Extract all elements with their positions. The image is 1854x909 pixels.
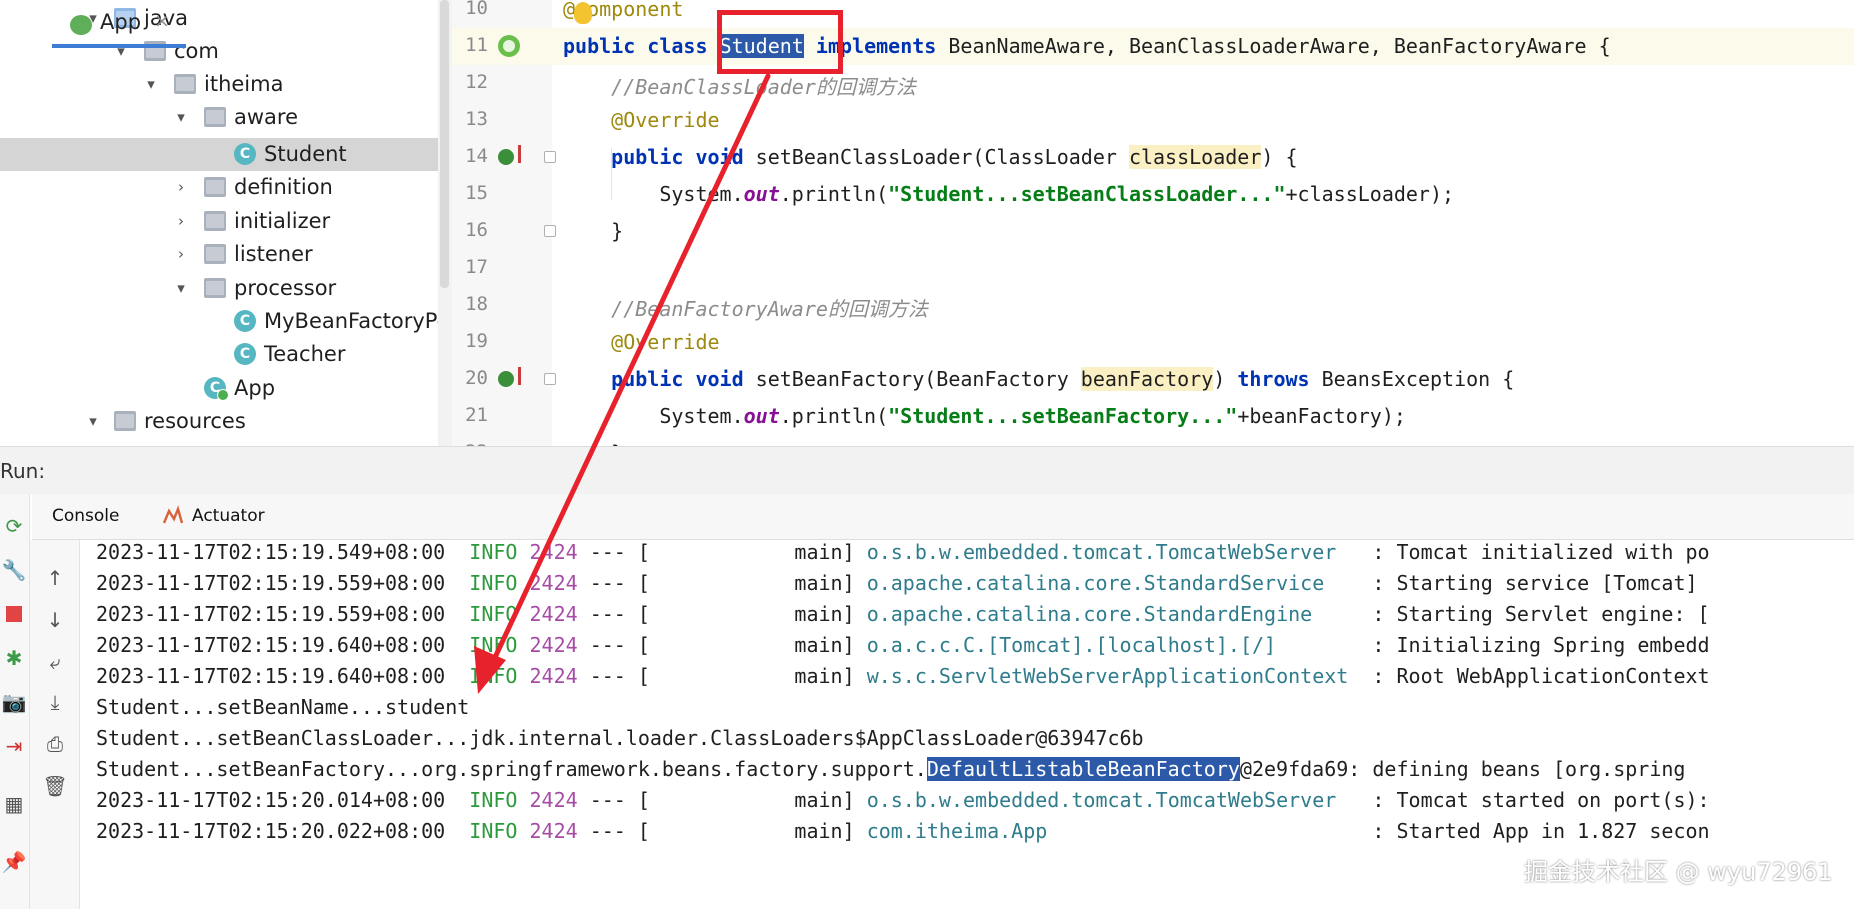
package-folder-icon [204,177,226,197]
log-line-set-bean-factory: Student...setBeanFactory...org.springfra… [96,757,1686,781]
print-icon[interactable]: ⎙ [43,732,67,756]
class-icon: C [234,343,256,365]
code-line-current[interactable]: 11 public class Student implements BeanN… [452,28,1854,65]
tree-item-mybeanfactorypost[interactable]: C MyBeanFactoryPost [0,305,440,338]
code-editor[interactable]: 10 @ omponent 11 public class Student im… [452,0,1854,446]
watermark: 掘金技术社区 @ wyu72961 [1524,858,1833,886]
package-folder-icon [204,278,226,298]
code-line[interactable]: 21 System.out.println("Student...setBean… [452,398,1854,435]
package-folder-icon [204,211,226,231]
chevron-down-icon[interactable]: ▾ [142,75,160,93]
run-label: Run: [0,459,46,483]
wrench-icon[interactable]: 🔧 [2,558,27,582]
scroll-to-end-icon[interactable]: ⤓ [43,690,67,714]
code-line[interactable]: 10 @ omponent [452,0,1854,28]
tree-item-listener[interactable]: › listener [0,238,440,271]
close-icon[interactable]: × [154,10,170,32]
code-line[interactable]: 16 } [452,213,1854,250]
spring-app-run-icon [70,15,92,35]
trash-icon[interactable]: 🗑 [42,774,67,798]
chevron-right-icon[interactable]: › [172,178,190,196]
chevron-down-icon[interactable]: ▾ [172,279,190,297]
tree-item-initializer[interactable]: › initializer [0,205,440,238]
tree-scrollbar-thumb[interactable] [440,0,449,288]
exit-icon[interactable]: ⇥ [2,734,26,758]
log-line: 2023-11-17T02:15:19.559+08:00 INFO 2424 … [96,571,1698,595]
chevron-right-icon[interactable]: › [172,245,190,263]
class-icon: C [234,143,256,165]
code-line[interactable]: 22 } [452,435,1854,446]
tree-item-student[interactable]: C Student [0,138,440,171]
log-line: 2023-11-17T02:15:20.014+08:00 INFO 2424 … [96,788,1710,812]
fold-marker-icon[interactable] [544,373,556,385]
log-line-set-bean-classloader: Student...setBeanClassLoader...jdk.inter… [96,726,1144,750]
implements-method-icon[interactable] [498,367,521,387]
tree-item-processor[interactable]: ▾ processor [0,272,440,305]
package-folder-icon [174,74,196,94]
lightbulb-icon[interactable] [574,2,592,24]
tree-item-definition[interactable]: › definition [0,171,440,204]
code-line[interactable]: 12 //BeanClassLoader的回调方法 [452,65,1854,102]
package-folder-icon [204,107,226,127]
log-line: 2023-11-17T02:15:19.640+08:00 INFO 2424 … [96,633,1710,657]
annotation-highlight-box [717,10,843,74]
console-actions-strip: ↑ ↓ ⤶ ⤓ ⎙ 🗑 [30,540,80,909]
chevron-down-icon[interactable]: ▾ [172,108,190,126]
code-line[interactable]: 18 //BeanFactoryAware的回调方法 [452,287,1854,324]
spring-app-class-icon: C [204,377,229,401]
chevron-down-icon[interactable]: ▾ [84,412,102,430]
run-toolwindow-header: Run: [0,446,1854,494]
implements-method-icon[interactable] [498,145,521,165]
code-line[interactable]: 19 @Override [452,324,1854,361]
spring-bean-icon[interactable] [498,35,520,57]
code-line[interactable]: 20 public void setBeanFactory(BeanFactor… [452,361,1854,398]
resources-folder-icon [114,411,136,431]
debug-icon[interactable]: ✱ [2,646,26,670]
log-line-set-bean-name: Student...setBeanName...student [96,695,470,719]
pin-icon[interactable]: 📌 [2,850,27,874]
code-line[interactable]: 17 [452,250,1854,287]
tab-actuator[interactable]: Actuator [192,506,265,526]
log-line: 2023-11-17T02:15:19.640+08:00 INFO 2424 … [96,664,1710,688]
console-subtabs-bar [32,494,1854,540]
code-line[interactable]: 14 public void setBeanClassLoader(ClassL… [452,139,1854,176]
layout-icon[interactable]: ▦ [2,792,26,816]
actuator-icon[interactable] [162,505,184,527]
camera-icon[interactable]: 📷 [2,690,27,714]
tree-item-aware[interactable]: ▾ aware [0,101,440,134]
arrow-up-icon[interactable]: ↑ [43,566,67,590]
code-line[interactable]: 13 @Override [452,102,1854,139]
chevron-right-icon[interactable]: › [172,212,190,230]
tab-console[interactable]: Console [52,506,120,526]
stop-icon[interactable] [2,602,26,626]
log-line: 2023-11-17T02:15:19.559+08:00 INFO 2424 … [96,602,1710,626]
fold-marker-icon[interactable] [544,225,556,237]
log-line: 2023-11-17T02:15:19.549+08:00 INFO 2424 … [96,540,1710,564]
rerun-icon[interactable]: ⟳ [2,514,26,538]
class-icon: C [234,310,256,332]
tree-item-teacher[interactable]: C Teacher [0,338,440,371]
project-tree[interactable]: ▾ java ▾ com ▾ itheima ▾ aware C Student… [0,0,440,446]
tree-item-itheima[interactable]: ▾ itheima [0,68,440,101]
tree-item-app[interactable]: C App [0,372,440,405]
active-tab-underline [52,44,186,48]
code-line[interactable]: 15 System.out.println("Student...setBean… [452,176,1854,213]
arrow-down-icon[interactable]: ↓ [43,608,67,632]
fold-marker-icon[interactable] [544,151,556,163]
package-folder-icon [204,244,226,264]
log-line: 2023-11-17T02:15:20.022+08:00 INFO 2424 … [96,819,1710,843]
run-tab-label[interactable]: App [100,10,141,34]
tree-item-resources[interactable]: ▾ resources [0,405,440,438]
run-actions-strip: ⟳ 🔧 ✱ 📷 ⇥ ▦ 📌 [0,494,30,909]
soft-wrap-icon[interactable]: ⤶ [43,650,67,674]
